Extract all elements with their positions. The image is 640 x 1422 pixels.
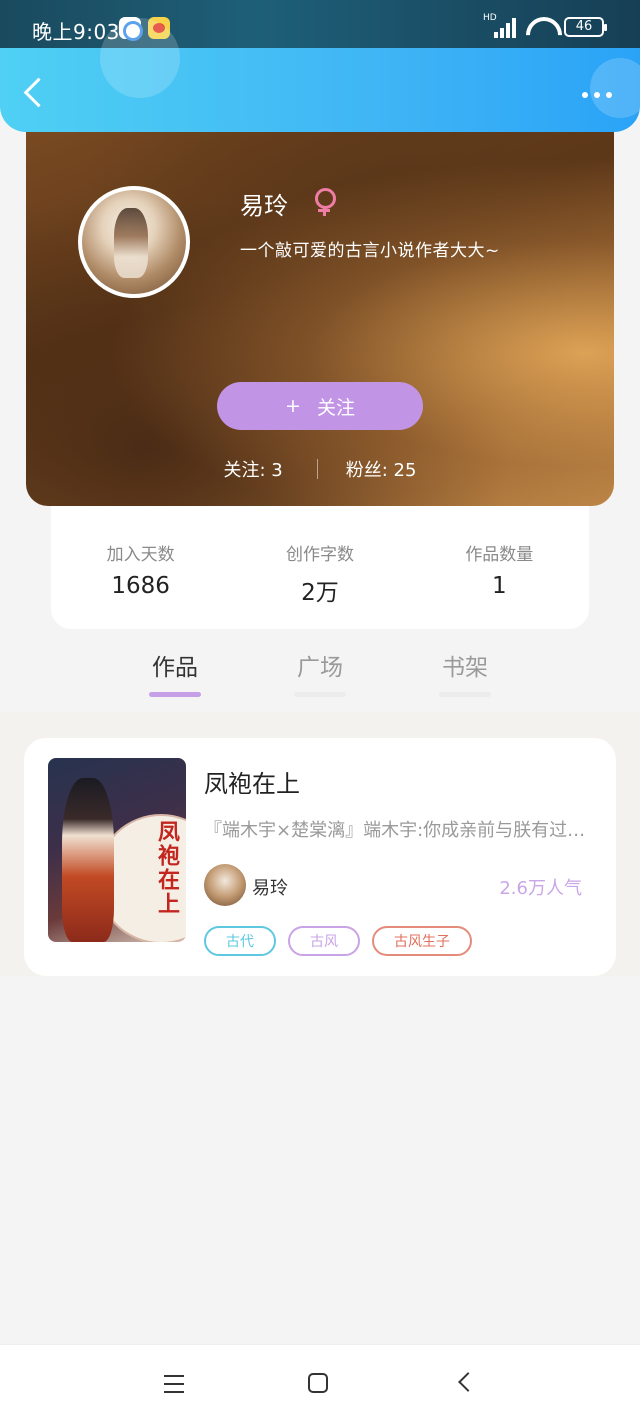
book-card[interactable]: 凤袍在上 凤袍在上 『端木宇×楚棠漓』端木宇:你成亲前与朕有过一段 易玲 2.6… — [24, 738, 616, 976]
stat-label: 加入天数 — [106, 545, 175, 565]
stat-value: 1686 — [111, 573, 170, 599]
tab-label: 作品 — [152, 655, 198, 681]
profile-tabs: 作品 广场 书架 — [0, 640, 640, 712]
tag-chip[interactable]: 古代 — [204, 926, 276, 956]
book-cover[interactable]: 凤袍在上 — [48, 758, 186, 942]
popularity-count: 2.6万人气 — [499, 878, 582, 899]
book-description: 『端木宇×楚棠漓』端木宇:你成亲前与朕有过一段 — [204, 820, 594, 841]
works-list: 凤袍在上 凤袍在上 『端木宇×楚棠漓』端木宇:你成亲前与朕有过一段 易玲 2.6… — [0, 712, 640, 976]
back-button[interactable] — [22, 78, 52, 108]
more-dot-icon — [594, 92, 600, 98]
follow-stats: 关注: 3 粉丝: 25 — [26, 456, 614, 482]
book-title[interactable]: 凤袍在上 — [204, 764, 300, 799]
tab-label: 书架 — [442, 655, 488, 681]
author-stats-card: 加入天数 1686 创作字数 2万 作品数量 1 — [51, 504, 589, 629]
following-count[interactable]: 关注: 3 — [224, 456, 283, 482]
book-tags: 古代 古风 古风生子 — [204, 926, 472, 956]
stat-value: 1 — [491, 573, 507, 599]
profile-header-card: 易玲 一个敲可爱的古言小说作者大大~ + 关注 关注: 3 粉丝: 25 — [26, 124, 614, 506]
home-icon[interactable] — [308, 1373, 328, 1393]
follow-button-label: 关注 — [316, 396, 355, 419]
plus-icon: + — [285, 395, 301, 417]
tab-plaza[interactable]: 广场 — [280, 648, 360, 697]
more-dot-icon — [606, 92, 612, 98]
back-nav-icon[interactable] — [458, 1375, 472, 1389]
cover-title: 凤袍在上 — [154, 820, 180, 916]
stat-value: 2万 — [301, 580, 339, 606]
user-name: 易玲 — [240, 192, 288, 220]
tab-indicator — [149, 692, 201, 697]
tab-indicator — [294, 692, 346, 697]
signal-icon: HD — [483, 13, 516, 38]
wifi-icon — [526, 17, 554, 37]
stat-label: 创作字数 — [285, 545, 354, 565]
more-options-button[interactable] — [582, 92, 612, 98]
follow-button[interactable]: + 关注 — [217, 382, 423, 430]
tab-label: 广场 — [297, 655, 343, 681]
stat-label: 作品数量 — [465, 545, 534, 565]
battery-icon: 46 — [564, 17, 607, 37]
tab-indicator — [439, 692, 491, 697]
author-avatar[interactable] — [204, 864, 246, 906]
stat-works-count: 作品数量 1 — [429, 540, 569, 599]
fans-count[interactable]: 粉丝: 25 — [346, 456, 417, 482]
stat-word-count: 创作字数 2万 — [250, 540, 390, 607]
hd-label: HD — [483, 13, 497, 23]
tab-bookshelf[interactable]: 书架 — [425, 648, 505, 697]
author-name[interactable]: 易玲 — [252, 874, 288, 900]
more-dot-icon — [582, 92, 588, 98]
user-avatar[interactable] — [78, 186, 190, 298]
tag-chip[interactable]: 古风生子 — [372, 926, 472, 956]
system-nav-bar — [0, 1344, 640, 1422]
menu-icon[interactable] — [164, 1375, 184, 1393]
tag-chip[interactable]: 古风 — [288, 926, 360, 956]
top-nav-bar — [0, 18, 640, 132]
divider — [316, 459, 318, 479]
tab-works[interactable]: 作品 — [135, 648, 215, 697]
stat-join-days: 加入天数 1686 — [71, 540, 211, 599]
status-bar: 晚上9:03 HD 46 — [0, 0, 640, 52]
user-bio: 一个敲可爱的古言小说作者大大~ — [240, 241, 500, 261]
